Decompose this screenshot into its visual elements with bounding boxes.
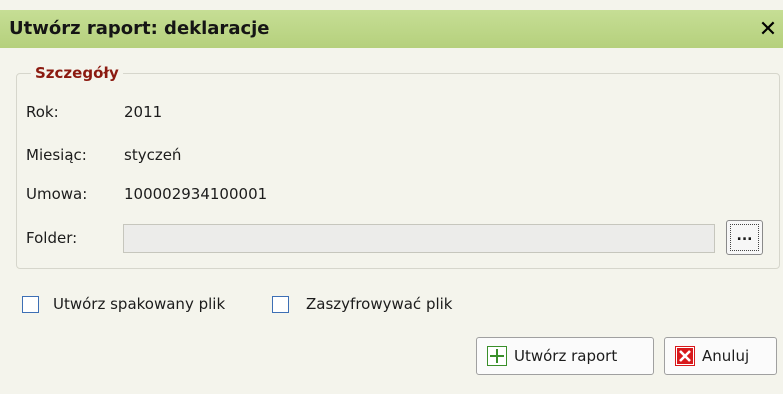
- contract-label: Umowa:: [26, 185, 88, 203]
- packed-file-label[interactable]: Utwórz spakowany plik: [53, 295, 225, 313]
- folder-label: Folder:: [26, 229, 78, 247]
- browse-folder-button[interactable]: ...: [726, 220, 763, 255]
- contract-value: 100002934100001: [124, 185, 268, 203]
- create-report-dialog: Utwórz raport: deklaracje ✕ Szczegóły Ro…: [0, 0, 783, 394]
- month-value: styczeń: [124, 146, 182, 164]
- encrypt-file-checkbox[interactable]: [272, 296, 289, 313]
- dialog-title: Utwórz raport: deklaracje: [9, 18, 270, 39]
- dialog-titlebar[interactable]: Utwórz raport: deklaracje ✕: [0, 10, 783, 48]
- year-value: 2011: [124, 103, 163, 121]
- close-icon: ✕: [758, 17, 778, 42]
- encrypt-file-label[interactable]: Zaszyfrowywać plik: [306, 295, 453, 313]
- cancel-x-icon: [675, 346, 695, 366]
- folder-input[interactable]: [123, 224, 715, 253]
- plus-icon: [487, 346, 507, 366]
- year-label: Rok:: [26, 103, 59, 121]
- details-legend: Szczegóły: [31, 64, 123, 82]
- month-label: Miesiąc:: [26, 146, 87, 164]
- cancel-label: Anuluj: [702, 347, 750, 365]
- create-report-button[interactable]: Utwórz raport: [476, 337, 654, 375]
- create-report-label: Utwórz raport: [514, 347, 618, 365]
- close-button[interactable]: ✕: [757, 18, 779, 42]
- cancel-button[interactable]: Anuluj: [664, 337, 777, 375]
- browse-label: ...: [730, 224, 759, 251]
- packed-file-checkbox[interactable]: [22, 296, 39, 313]
